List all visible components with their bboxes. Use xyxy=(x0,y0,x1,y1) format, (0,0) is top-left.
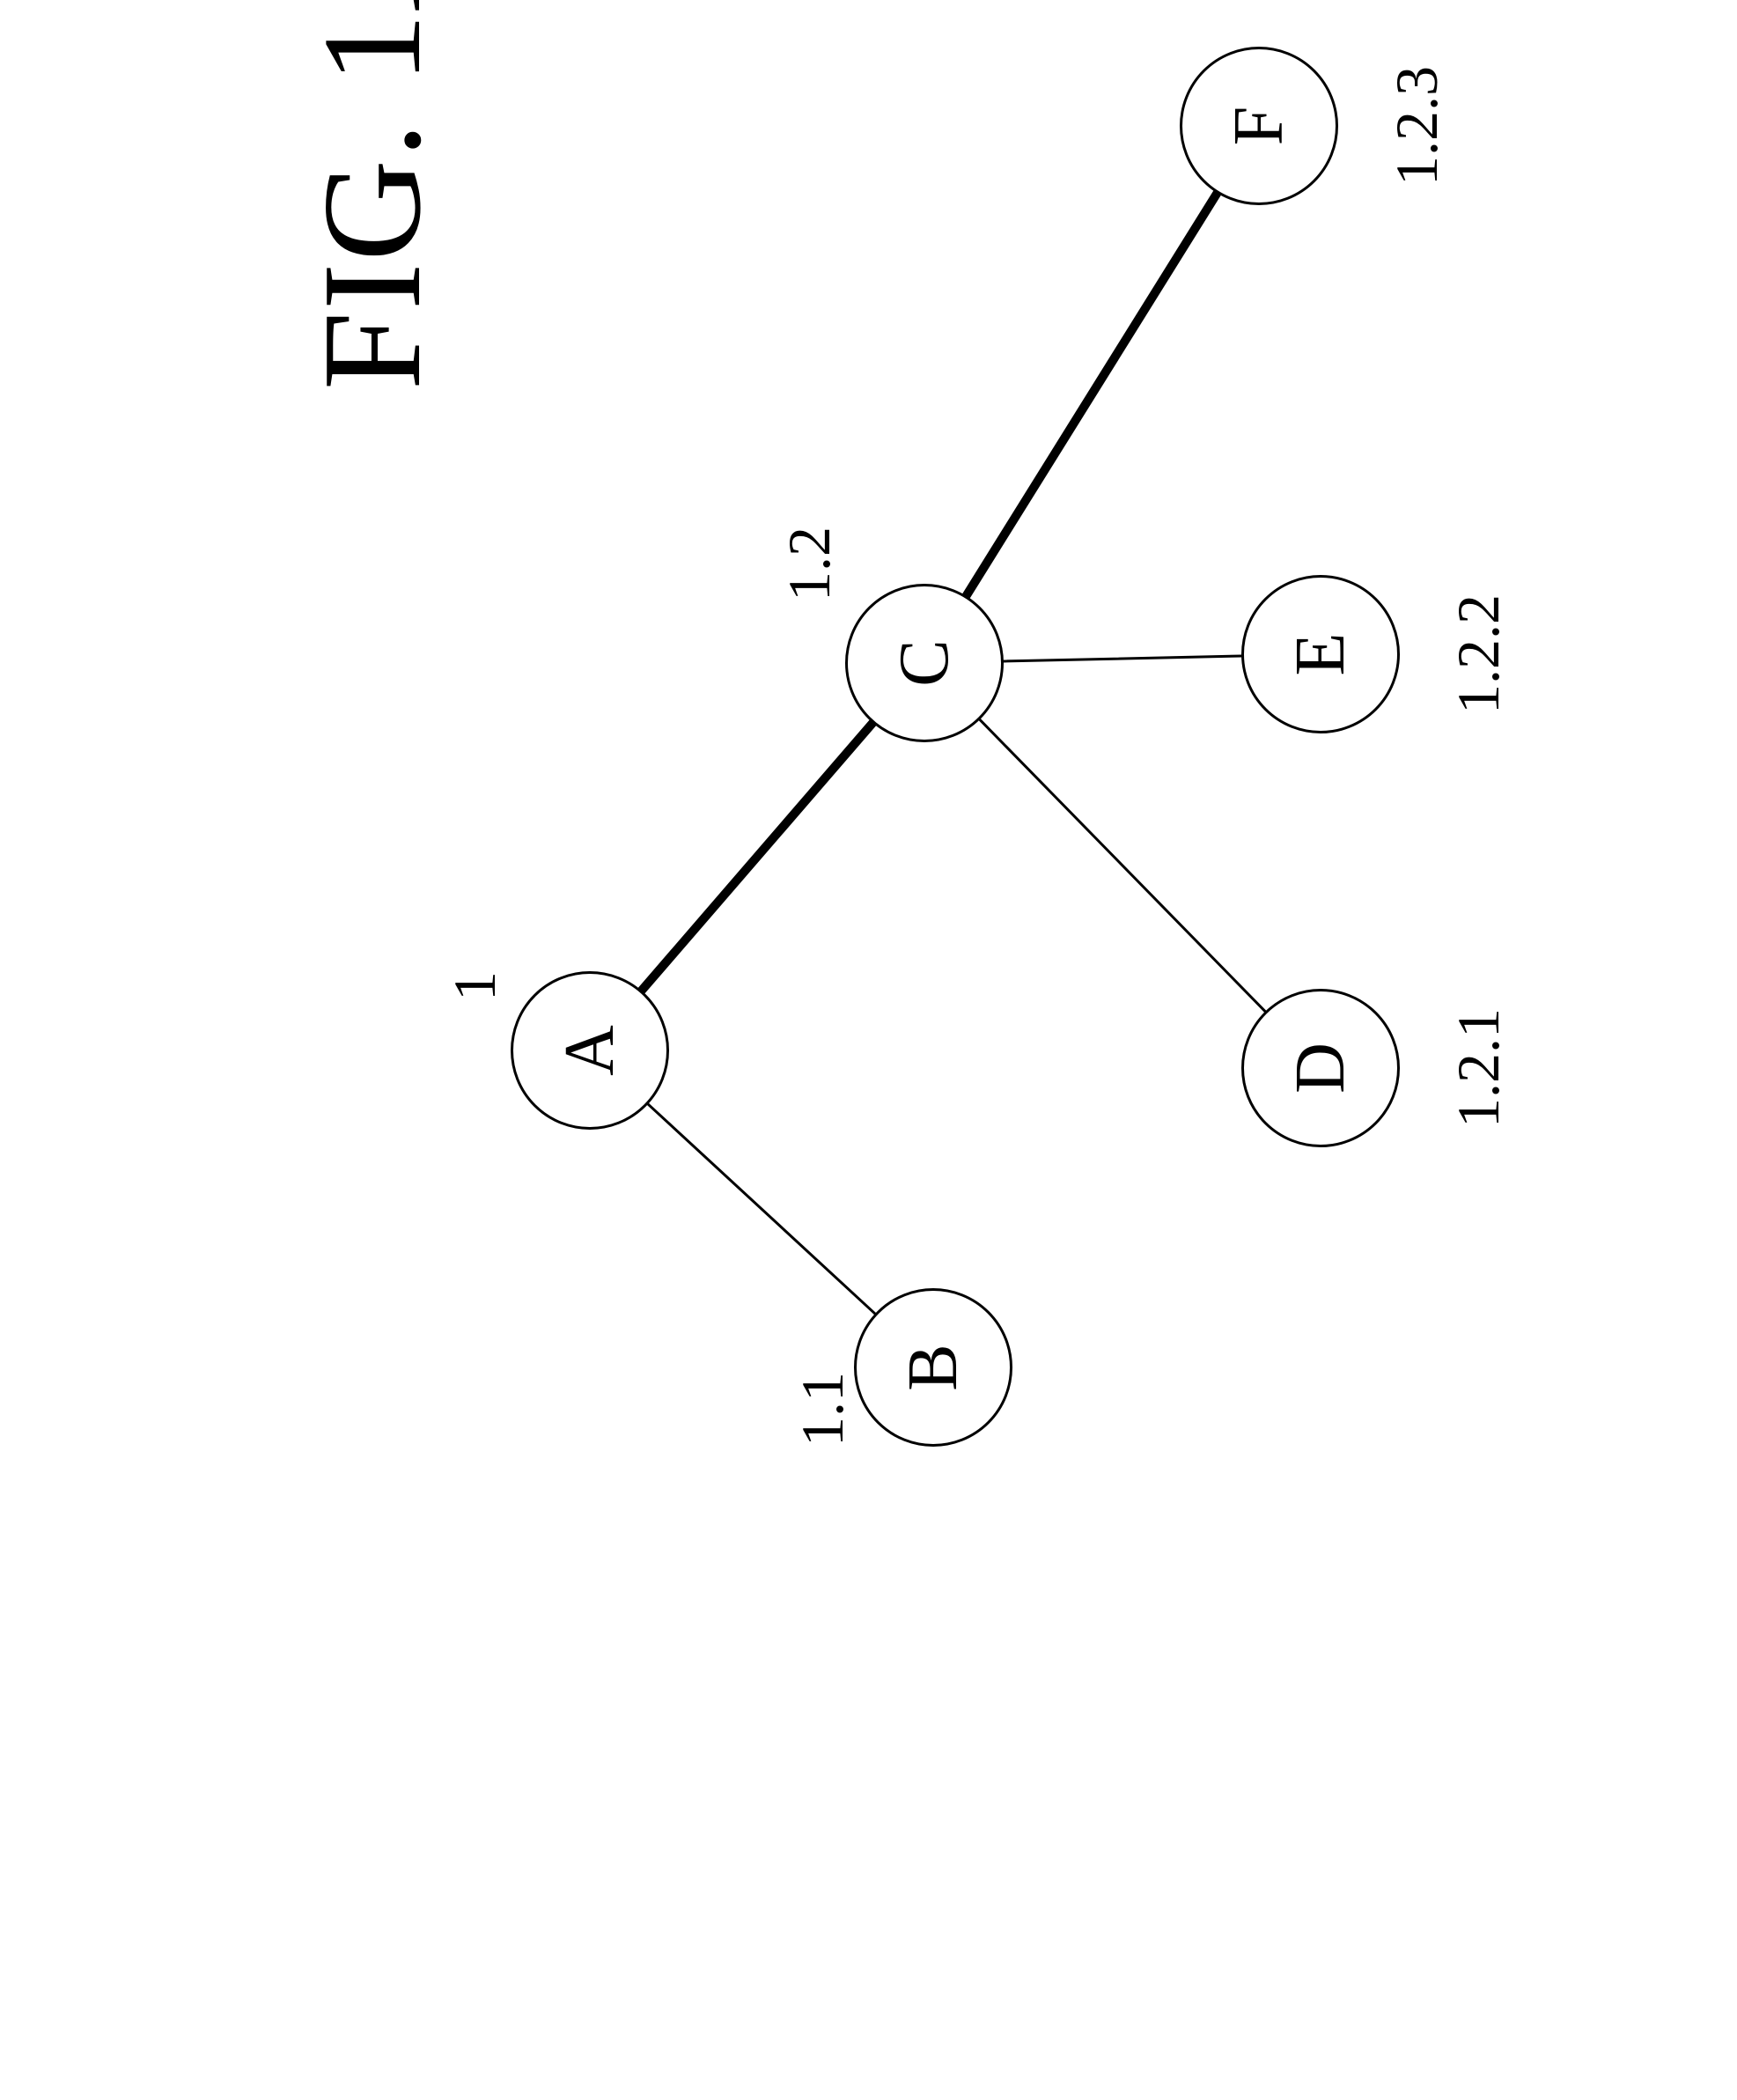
tree-node-letter: B xyxy=(894,1344,974,1390)
tree-node-D: D xyxy=(1241,989,1400,1147)
tree-node-letter: F xyxy=(1219,107,1299,146)
tree-node-A: A xyxy=(511,971,669,1130)
tree-node-number-E: 1.2.2 xyxy=(1444,594,1513,714)
tree-edge xyxy=(980,719,1265,1011)
tree-node-letter: A xyxy=(550,1025,630,1076)
tree-edge xyxy=(642,723,872,991)
tree-node-letter: C xyxy=(885,639,965,686)
tree-edge xyxy=(1004,656,1241,661)
figure-title: FIG. 1A xyxy=(291,0,453,390)
tree-edge xyxy=(648,1104,875,1314)
tree-edge xyxy=(967,193,1218,595)
tree-node-number-B: 1.1 xyxy=(788,1372,857,1447)
tree-node-F: F xyxy=(1180,47,1338,205)
tree-node-number-D: 1.2.1 xyxy=(1444,1008,1513,1128)
tree-node-C: C xyxy=(845,584,1004,742)
tree-edges xyxy=(0,0,1737,1737)
tree-node-E: E xyxy=(1241,575,1400,733)
tree-node-B: B xyxy=(854,1288,1012,1447)
tree-node-number-F: 1.2.3 xyxy=(1382,66,1452,186)
figure-canvas: FIG. 1A A B C D E F 1 1.1 1.2 1.2.1 1.2.… xyxy=(0,0,1737,1737)
tree-node-letter: D xyxy=(1281,1043,1361,1094)
tree-node-number-C: 1.2 xyxy=(775,527,844,601)
tree-node-number-A: 1 xyxy=(440,971,510,1001)
rotated-stage: FIG. 1A A B C D E F 1 1.1 1.2 1.2.1 1.2.… xyxy=(0,0,1737,1737)
tree-node-letter: E xyxy=(1281,633,1361,676)
